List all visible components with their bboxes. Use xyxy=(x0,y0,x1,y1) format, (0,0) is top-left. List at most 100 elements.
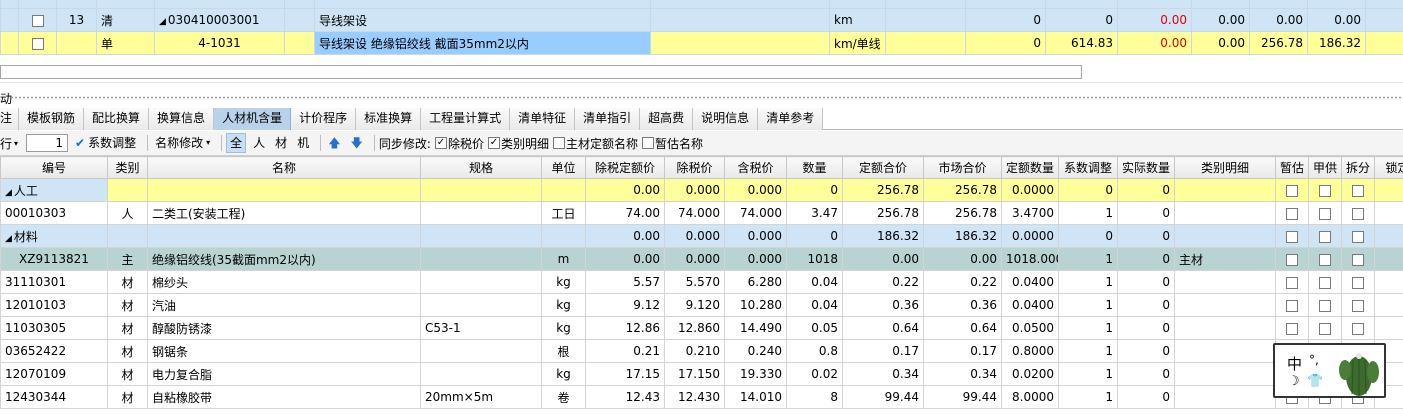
tab-mix-conversion[interactable]: 配比换算 xyxy=(84,108,150,130)
checkbox-checked[interactable]: ✓ xyxy=(487,137,500,149)
group-label[interactable]: ◢ 材料 xyxy=(0,224,108,248)
coef-adjust-button[interactable]: ✔ 系数调整 xyxy=(72,133,139,153)
col-net-price[interactable]: 除税价 xyxy=(664,156,725,179)
col-actual-qty[interactable]: 实际数量 xyxy=(1117,156,1175,179)
col-spec[interactable]: 规格 xyxy=(420,156,542,179)
tab-conversion-info[interactable]: 换算信息 xyxy=(149,108,215,130)
filter-all-button[interactable]: 全 xyxy=(226,133,247,153)
col-cat-detail[interactable]: 类别明细 xyxy=(1174,156,1276,179)
split-checkbox[interactable] xyxy=(1352,253,1364,266)
row-number-input[interactable]: 1 xyxy=(26,134,69,152)
tab-labor-material-machine[interactable]: 人材机含量 xyxy=(214,108,292,130)
row-label[interactable]: 行 ▾ xyxy=(0,135,18,152)
dan-row[interactable]: 单 4-1031 导线架设 绝缘铝绞线 截面35mm2以内 km/单线 0 61… xyxy=(0,31,1403,55)
col-quota-price[interactable]: 除税定额价 xyxy=(585,156,665,179)
tab-formwork-rebar[interactable]: 模板钢筋 xyxy=(19,108,85,130)
name-modify-dropdown[interactable]: 名称修改 ▾ xyxy=(152,133,213,153)
tab-list-guide[interactable]: 清单指引 xyxy=(575,108,641,130)
ime-status-bar[interactable]: 中 °, ☽ 👕 xyxy=(1273,343,1386,398)
split-checkbox[interactable] xyxy=(1352,230,1364,243)
estimate-checkbox[interactable] xyxy=(1286,184,1298,197)
filter-labor-button[interactable]: 人 xyxy=(250,133,268,153)
ime-punctuation-icon[interactable]: °, xyxy=(1309,353,1319,367)
chk-category-detail[interactable]: ✓ 类别明细 xyxy=(487,135,549,152)
estimate-checkbox[interactable] xyxy=(1286,322,1298,335)
owner-supply-checkbox[interactable] xyxy=(1319,230,1331,243)
ime-mode-chinese[interactable]: 中 xyxy=(1287,353,1302,374)
row-name[interactable]: 导线架设 绝缘铝绞线 截面35mm2以内 xyxy=(314,31,651,55)
owner-supply-checkbox[interactable] xyxy=(1319,253,1331,266)
table-row[interactable]: 00010303 人 二类工(安装工程) 工日 74.00 74.000 74.… xyxy=(0,201,1403,225)
horizontal-scrollbar[interactable] xyxy=(0,62,1403,82)
col-code[interactable]: 编号 xyxy=(0,156,108,179)
tab-pricing-procedure[interactable]: 计价程序 xyxy=(291,108,357,130)
tab-description[interactable]: 说明信息 xyxy=(693,108,759,130)
table-row[interactable]: 12430344 材 自粘橡胶带 20mm×5m 卷 12.43 12.430 … xyxy=(0,385,1403,409)
col-coef[interactable]: 系数调整 xyxy=(1058,156,1118,179)
owner-supply-checkbox[interactable] xyxy=(1319,299,1331,312)
tab-list-features[interactable]: 清单特征 xyxy=(510,108,576,130)
collapse-triangle-icon[interactable]: ◢ xyxy=(5,188,12,198)
estimate-checkbox[interactable] xyxy=(1286,276,1298,289)
chk-estimate-name[interactable]: 暂估名称 xyxy=(641,135,703,152)
owner-supply-checkbox[interactable] xyxy=(1319,322,1331,335)
split-checkbox[interactable] xyxy=(1352,184,1364,197)
row-checkbox[interactable] xyxy=(31,37,44,50)
filter-material-button[interactable]: 材 xyxy=(272,133,290,153)
col-category[interactable]: 类别 xyxy=(107,156,148,179)
split-checkbox[interactable] xyxy=(1352,299,1364,312)
checkbox-checked[interactable]: ✓ xyxy=(434,137,447,149)
split-checkbox[interactable] xyxy=(1352,207,1364,220)
col-name[interactable]: 名称 xyxy=(147,156,421,179)
scrollbar-track[interactable] xyxy=(0,65,1082,79)
chk-tax-price[interactable]: ✓ 除税价 xyxy=(434,135,484,152)
moon-icon[interactable]: ☽ xyxy=(1288,374,1300,389)
checkbox[interactable] xyxy=(552,137,565,149)
owner-supply-checkbox[interactable] xyxy=(1319,184,1331,197)
qing-row[interactable]: 13 清 ◢ 030410003001 导线架设 km 0 0 0.00 0.00… xyxy=(0,8,1403,32)
collapse-triangle-icon[interactable]: ◢ xyxy=(5,234,12,244)
col-estimate[interactable]: 暂估 xyxy=(1275,156,1309,179)
col-quota-total[interactable]: 定额合价 xyxy=(842,156,924,179)
checkbox[interactable] xyxy=(641,137,654,149)
tab-height-fee[interactable]: 超高费 xyxy=(640,108,694,130)
split-checkbox[interactable] xyxy=(1352,322,1364,335)
table-row-selected[interactable]: XZ9113821 主 绝缘铝绞线(35截面mm2以内) m 0.00 0.00… xyxy=(0,247,1403,271)
col-tax-price[interactable]: 含税价 xyxy=(724,156,787,179)
owner-supply-checkbox[interactable] xyxy=(1319,276,1331,289)
col-split[interactable]: 拆分 xyxy=(1341,156,1375,179)
estimate-checkbox[interactable] xyxy=(1286,299,1298,312)
collapse-triangle-icon[interactable]: ◢ xyxy=(159,17,166,27)
move-up-button[interactable]: 🡅 xyxy=(325,133,343,153)
split-checkbox[interactable] xyxy=(1352,276,1364,289)
tab-quantity-formula[interactable]: 工程量计算式 xyxy=(421,108,511,130)
col-lock[interactable]: 锁定 xyxy=(1374,156,1403,179)
chk-main-material-name[interactable]: 主材定额名称 xyxy=(552,135,638,152)
tab-list-reference[interactable]: 清单参考 xyxy=(758,108,824,130)
estimate-checkbox[interactable] xyxy=(1286,230,1298,243)
table-row[interactable]: 12010103 材 汽油 kg 9.12 9.120 10.280 0.04 … xyxy=(0,293,1403,317)
col-market-total[interactable]: 市场合价 xyxy=(923,156,1002,179)
splitter-grip[interactable] xyxy=(10,96,1401,99)
col-quantity[interactable]: 数量 xyxy=(786,156,843,179)
skin-icon[interactable]: 👕 xyxy=(1307,374,1323,389)
filter-machine-button[interactable]: 机 xyxy=(294,133,312,153)
estimate-checkbox[interactable] xyxy=(1286,253,1298,266)
tab-standard-conversion[interactable]: 标准换算 xyxy=(356,108,422,130)
group-row-material[interactable]: ◢ 材料 0.00 0.000 0.000 0 186.32 186.32 0.0… xyxy=(0,224,1403,248)
panel-splitter[interactable]: 动 xyxy=(0,82,1403,108)
table-row[interactable]: 11030305 材 醇酸防锈漆 C53-1 kg 12.86 12.860 1… xyxy=(0,316,1403,340)
row-checkbox[interactable] xyxy=(31,14,44,27)
col-unit[interactable]: 单位 xyxy=(541,156,586,179)
table-row[interactable]: 12070109 材 电力复合脂 kg 17.15 17.150 19.330 … xyxy=(0,362,1403,386)
col-quota-qty[interactable]: 定额数量 xyxy=(1001,156,1059,179)
estimate-checkbox[interactable] xyxy=(1286,207,1298,220)
group-label[interactable]: ◢ 人工 xyxy=(0,178,108,202)
col-owner-supply[interactable]: 甲供 xyxy=(1308,156,1342,179)
group-row-labor[interactable]: ◢ 人工 0.00 0.000 0.000 0 256.78 256.78 0.0… xyxy=(0,178,1403,202)
table-row[interactable]: 03652422 材 钢锯条 根 0.21 0.210 0.240 0.8 0.… xyxy=(0,339,1403,363)
table-row[interactable]: 31110301 材 棉纱头 kg 5.57 5.570 6.280 0.04 … xyxy=(0,270,1403,294)
owner-supply-checkbox[interactable] xyxy=(1319,207,1331,220)
tab-notes[interactable]: 注 xyxy=(0,108,20,130)
move-down-button[interactable]: 🡇 xyxy=(348,133,366,153)
